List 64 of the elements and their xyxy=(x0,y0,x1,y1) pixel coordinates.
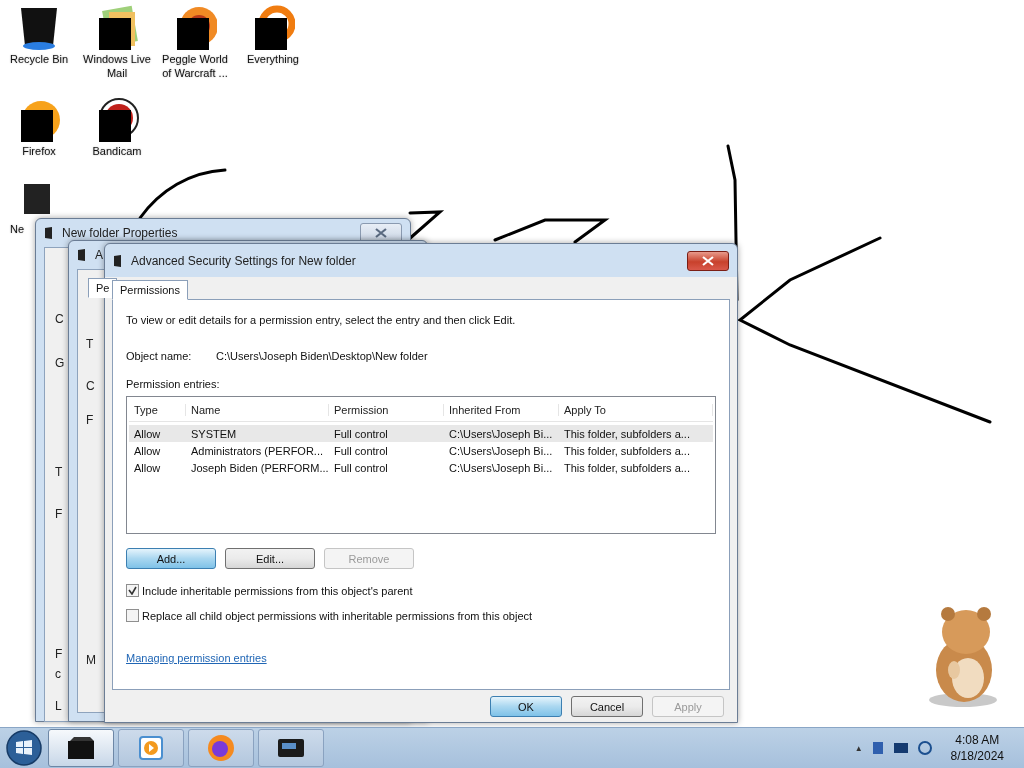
close-button[interactable] xyxy=(687,250,729,271)
play-icon xyxy=(138,735,164,761)
checkbox-label[interactable]: Include inheritable permissions from this object's parent xyxy=(142,584,413,597)
dialog-tab[interactable]: Permissions xyxy=(112,280,188,300)
box-icon xyxy=(66,735,96,761)
section-label: Permission entries: xyxy=(126,378,220,390)
taskbar-button[interactable] xyxy=(258,729,324,767)
object-name-value: C:\Users\Joseph Biden\Desktop\New folder xyxy=(216,350,428,362)
show-hidden-icons-button[interactable]: ▲ xyxy=(854,743,863,753)
speaker-icon[interactable] xyxy=(916,740,933,756)
label-text: F xyxy=(55,647,63,661)
checkbox-label[interactable]: Replace all child object permissions with inheritable permissions from this object xyxy=(142,609,533,622)
close-button[interactable] xyxy=(360,223,402,243)
permission-row[interactable]: Allow Administrators (PERFOR... Full control C:\Users\Joseph Bi... This folder, subfolders a... xyxy=(129,442,713,459)
check-icon xyxy=(128,586,137,595)
desktop-icon-label[interactable]: Windows Live Mail xyxy=(79,52,155,80)
label-text: T xyxy=(55,465,63,479)
window-title: A xyxy=(95,248,103,262)
label-text: G xyxy=(55,356,65,370)
close-icon xyxy=(702,255,714,266)
column-header[interactable]: Apply To xyxy=(559,404,713,416)
checkbox[interactable] xyxy=(126,584,139,597)
flag-icon[interactable] xyxy=(870,740,885,756)
desktop-icon-label[interactable]: Ne xyxy=(10,222,25,236)
window-icon xyxy=(77,248,87,262)
start-button[interactable] xyxy=(4,729,44,767)
column-header[interactable]: Type xyxy=(129,404,186,416)
label-text: F xyxy=(55,507,63,521)
window-icon xyxy=(44,226,54,240)
permission-row[interactable]: Allow Joseph Biden (PERFORM... Full control C:\Users\Joseph Bi... This folder, subfolders a... xyxy=(129,459,713,476)
window-title: Advanced Security Settings for New folder xyxy=(131,253,356,268)
monitor-icon[interactable] xyxy=(892,741,909,755)
window-icon xyxy=(113,253,123,268)
field-label: Object name: xyxy=(126,350,193,362)
label-text: M xyxy=(86,653,96,667)
checkbox[interactable] xyxy=(126,609,139,622)
desktop-icon-label[interactable]: Peggle World of Warcraft ... xyxy=(157,52,233,80)
permission-row[interactable]: Allow SYSTEM Full control C:\Users\Joseph Bi... This folder, subfolders a... xyxy=(129,425,713,442)
window-title: New folder Properties xyxy=(62,226,178,240)
label-text: T xyxy=(86,337,94,351)
pen-stroke xyxy=(406,210,445,242)
label-text: L xyxy=(55,699,62,713)
label-text: C xyxy=(86,379,95,393)
column-header[interactable]: Permission xyxy=(329,404,444,416)
column-header[interactable]: Inherited From xyxy=(444,404,559,416)
label-text: c xyxy=(55,667,61,681)
monitor-icon xyxy=(277,736,305,760)
clock[interactable]: 4:08 AM 8/18/2024 xyxy=(950,732,1004,764)
label-text: C xyxy=(55,312,64,326)
firefox-icon xyxy=(207,734,235,762)
desktop-icon-label[interactable]: Bandicam xyxy=(79,144,155,158)
desktop-icon-label[interactable]: Recycle Bin xyxy=(1,52,77,66)
dialog-button[interactable]: OK xyxy=(490,696,562,717)
desktop-icon-label[interactable]: Firefox xyxy=(1,144,77,158)
close-icon xyxy=(375,228,387,238)
taskbar-button[interactable] xyxy=(48,729,114,767)
desktop-icon-label[interactable]: Everything xyxy=(235,52,311,66)
column-header[interactable]: Name xyxy=(186,404,329,416)
help-link[interactable]: Managing permission entries xyxy=(126,652,267,664)
label-text: F xyxy=(86,413,94,427)
dialog-button[interactable]: Add... xyxy=(126,548,216,569)
dialog-button[interactable]: Cancel xyxy=(571,696,643,717)
dialog-button[interactable]: Edit... xyxy=(225,548,315,569)
instruction-text: To view or edit details for a permission entry, select the entry and then click Edit. xyxy=(126,314,517,326)
